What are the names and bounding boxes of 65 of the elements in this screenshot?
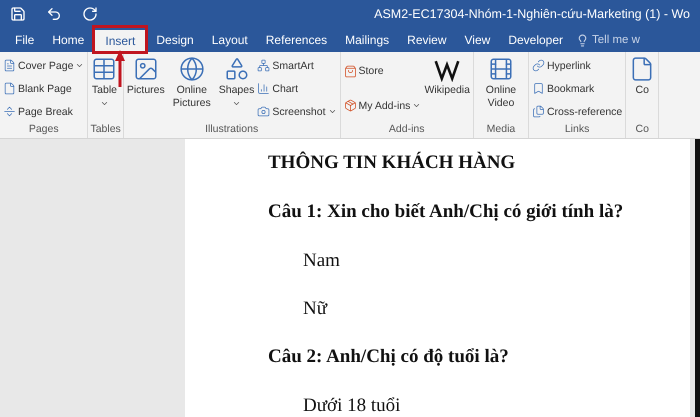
- bar-chart-icon: [257, 82, 270, 95]
- picture-icon: [132, 56, 159, 82]
- bag-icon: [344, 64, 356, 78]
- blank-page-button[interactable]: Blank Page: [2, 82, 86, 95]
- page-break-button[interactable]: Page Break: [2, 105, 86, 118]
- caret-icon: [328, 107, 336, 116]
- ribbon-tab[interactable]: File: [6, 28, 44, 52]
- save-icon[interactable]: [10, 6, 26, 22]
- hyperlink-button[interactable]: Hyperlink: [530, 59, 624, 72]
- redo-icon[interactable]: [82, 6, 98, 22]
- answer-option: Nữ: [303, 297, 690, 320]
- ribbon-tab[interactable]: Review: [398, 28, 456, 52]
- bookmark-button[interactable]: Bookmark: [530, 82, 624, 95]
- chart-button[interactable]: Chart: [256, 82, 338, 95]
- group-label: Media: [486, 123, 516, 137]
- group-label: Co: [634, 123, 650, 137]
- online-video-button[interactable]: Online Video: [476, 54, 526, 123]
- online-pictures-button[interactable]: Online Pictures: [166, 54, 217, 123]
- ribbon-tab[interactable]: Mailings: [336, 28, 398, 52]
- cover-page-button[interactable]: Cover Page: [2, 59, 86, 72]
- group-label: Tables: [90, 123, 121, 137]
- pictures-button[interactable]: Pictures: [126, 54, 166, 123]
- ribbon-tab[interactable]: Layout: [202, 28, 257, 52]
- ribbon-tab[interactable]: References: [256, 28, 336, 52]
- question-text: Câu 2: Anh/Chị có độ tuổi là?: [268, 345, 510, 368]
- table-icon: [91, 56, 118, 82]
- flag-icon: [532, 82, 545, 95]
- pages-icon: [532, 105, 545, 118]
- table-button[interactable]: Table: [90, 54, 118, 123]
- screenshot-button[interactable]: Screenshot: [256, 105, 338, 118]
- group-label: Links: [564, 123, 590, 137]
- ribbon-tab[interactable]: Design: [147, 28, 203, 52]
- document-heading: THÔNG TIN KHÁCH HÀNG: [268, 151, 516, 174]
- ribbon-tab[interactable]: Developer: [499, 28, 572, 52]
- my-add-ins-button[interactable]: My Add-ins: [342, 99, 422, 112]
- film-icon: [488, 56, 514, 82]
- smartart-button[interactable]: SmartArt: [256, 59, 338, 72]
- lightbulb-icon: [576, 34, 590, 46]
- ribbon-tab[interactable]: Home: [43, 28, 94, 52]
- package-icon: [344, 99, 356, 112]
- cover-page-icon: [3, 59, 16, 72]
- blank-page-icon: [3, 82, 16, 95]
- store-button[interactable]: Store: [342, 64, 422, 78]
- up-arrow-icon: [115, 50, 126, 88]
- window-title: ASM2-EC17304-Nhóm-1-Nghiên-cứu-Marketing (1) - Wo: [374, 7, 690, 21]
- ribbon-tab[interactable]: View: [456, 28, 500, 52]
- tell-me-field[interactable]: Tell me w: [576, 34, 640, 46]
- question-text: Câu 1: Xin cho biết Anh/Chị có giới tính là?: [268, 200, 624, 223]
- highlight-frame: [92, 25, 148, 54]
- cross-reference-button[interactable]: Cross-reference: [530, 105, 624, 118]
- shapes-button[interactable]: Shapes: [218, 54, 256, 123]
- shapes-icon: [224, 56, 250, 82]
- undo-icon[interactable]: [46, 6, 62, 22]
- link-icon: [532, 59, 545, 72]
- answer-option: Nam: [303, 249, 690, 272]
- page-break-icon: [3, 105, 16, 118]
- caret-icon: [75, 61, 84, 70]
- diagram-icon: [257, 59, 270, 72]
- group-label: Pages: [28, 123, 60, 137]
- camera-icon: [257, 105, 270, 118]
- co-button[interactable]: Co: [628, 54, 656, 123]
- group-label: Illustrations: [204, 123, 260, 137]
- wikipedia-button[interactable]: Wikipedia: [423, 54, 471, 123]
- answer-option: Dưới 18 tuổi: [303, 394, 690, 417]
- group-label: Add-ins: [388, 123, 426, 137]
